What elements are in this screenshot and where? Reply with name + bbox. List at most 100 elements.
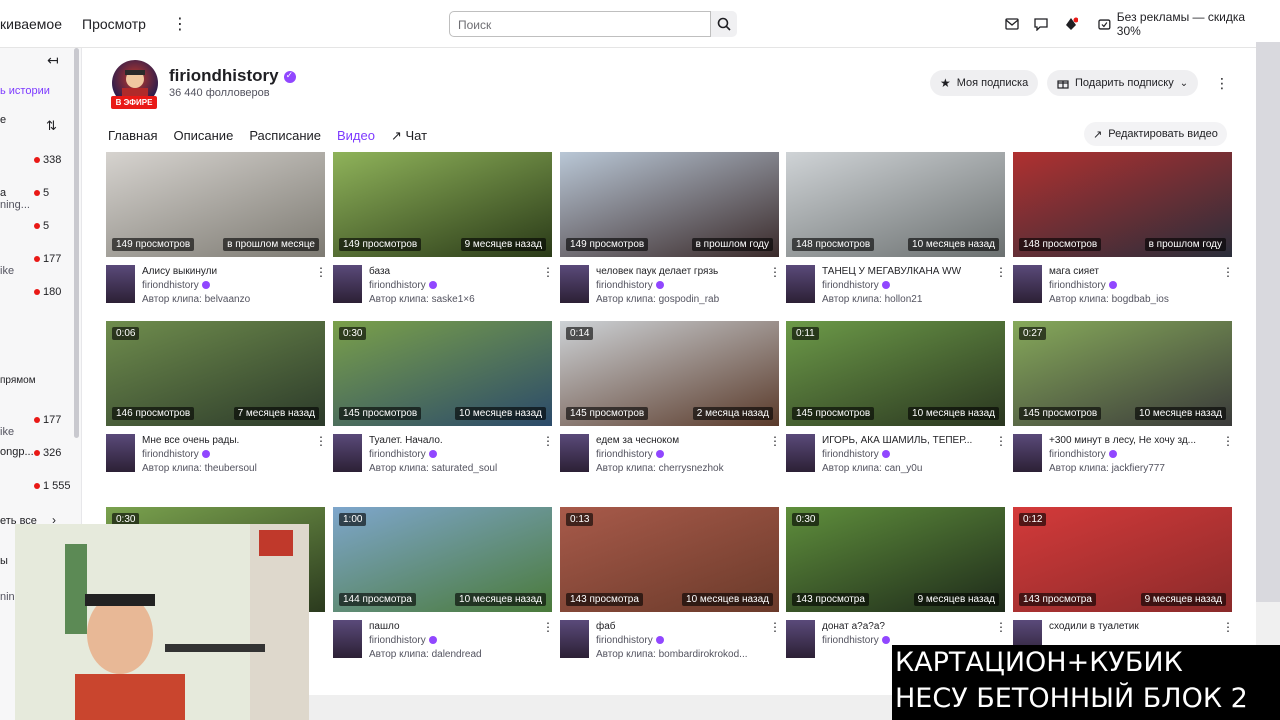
clip-thumbnail[interactable]: 148 просмотров в прошлом году: [1013, 152, 1232, 257]
clip-thumbnail[interactable]: 0:14 145 просмотров 2 месяца назад: [560, 321, 779, 426]
search-button[interactable]: [711, 11, 737, 37]
clip-channel[interactable]: firiondhistory: [142, 449, 210, 460]
whispers-icon[interactable]: [1031, 14, 1051, 34]
clip-author[interactable]: Автор клипа: can_y0u: [822, 463, 922, 474]
clip-channel[interactable]: firiondhistory: [596, 635, 664, 646]
clip-channel[interactable]: firiondhistory: [596, 280, 664, 291]
nav-browse-link[interactable]: Просмотр: [82, 16, 146, 32]
gift-subscription-button[interactable]: Подарить подписку ⌄: [1047, 70, 1199, 96]
clip-author[interactable]: Автор клипа: gospodin_rab: [596, 294, 719, 305]
clip-channel-avatar[interactable]: [560, 265, 589, 303]
clip-channel[interactable]: firiondhistory: [596, 449, 664, 460]
clip-thumbnail[interactable]: 149 просмотров 9 месяцев назад: [333, 152, 552, 257]
clip-channel-avatar[interactable]: [560, 620, 589, 658]
clip-channel-avatar[interactable]: [1013, 265, 1042, 303]
clip-channel-avatar[interactable]: [333, 434, 362, 472]
clip-channel[interactable]: firiondhistory: [822, 280, 890, 291]
clip-more-icon[interactable]: ⋮: [1222, 620, 1234, 634]
clip-more-icon[interactable]: ⋮: [542, 265, 554, 279]
clip-title[interactable]: человек паук делает грязь: [596, 266, 766, 277]
clip-channel-avatar[interactable]: [333, 620, 362, 658]
clip-author[interactable]: Автор клипа: belvaanzo: [142, 294, 250, 305]
channel-more-icon[interactable]: ⋮: [1215, 75, 1229, 91]
clip-channel-avatar[interactable]: [786, 434, 815, 472]
clip-author[interactable]: Автор клипа: jackfiery777: [1049, 463, 1165, 474]
clip-channel[interactable]: firiondhistory: [369, 449, 437, 460]
clip-thumbnail[interactable]: 149 просмотров в прошлом месяце: [106, 152, 325, 257]
clip-title[interactable]: донат а?а?а?: [822, 621, 992, 632]
clip-thumbnail[interactable]: 0:30 145 просмотров 10 месяцев назад: [333, 321, 552, 426]
nav-following-link[interactable]: киваемое: [0, 16, 62, 32]
clip-thumbnail[interactable]: 0:06 146 просмотров 7 месяцев назад: [106, 321, 325, 426]
clip-title[interactable]: ИГОРЬ, АКА ШАМИЛЬ, ТЕПЕР...: [822, 435, 992, 446]
tab-chat[interactable]: ↗ Чат: [391, 128, 427, 144]
clip-title[interactable]: едем за чесноком: [596, 435, 766, 446]
clip-channel-avatar[interactable]: [786, 265, 815, 303]
clip-more-icon[interactable]: ⋮: [1222, 434, 1234, 448]
clip-title[interactable]: +300 минут в лесу, Не хочу зд...: [1049, 435, 1219, 446]
clip-author[interactable]: Автор клипа: saske1×6: [369, 294, 475, 305]
clip-title[interactable]: Туалет. Начало.: [369, 435, 539, 446]
clip-thumbnail[interactable]: 0:12 143 просмотра 9 месяцев назад: [1013, 507, 1232, 612]
search-input[interactable]: Поиск: [449, 11, 711, 37]
clip-title[interactable]: фаб: [596, 621, 766, 632]
clip-channel[interactable]: firiondhistory: [142, 280, 210, 291]
clip-title[interactable]: мага сияет: [1049, 266, 1219, 277]
clip-title[interactable]: сходили в туалетик: [1049, 621, 1219, 632]
clip-channel[interactable]: firiondhistory: [822, 635, 890, 646]
clip-thumbnail[interactable]: 0:27 145 просмотров 10 месяцев назад: [1013, 321, 1232, 426]
clip-channel[interactable]: firiondhistory: [369, 635, 437, 646]
clip-channel-avatar[interactable]: [786, 620, 815, 658]
clip-more-icon[interactable]: ⋮: [769, 620, 781, 634]
notifications-icon[interactable]: [1061, 14, 1081, 34]
clip-channel-avatar[interactable]: [106, 434, 135, 472]
sort-icon[interactable]: ⇅: [46, 118, 57, 134]
clip-more-icon[interactable]: ⋮: [995, 265, 1007, 279]
inbox-icon[interactable]: [1002, 14, 1022, 34]
clip-more-icon[interactable]: ⋮: [769, 434, 781, 448]
clip-more-icon[interactable]: ⋮: [995, 434, 1007, 448]
clip-channel-avatar[interactable]: [1013, 434, 1042, 472]
clip-more-icon[interactable]: ⋮: [542, 620, 554, 634]
clip-author[interactable]: Автор клипа: saturated_soul: [369, 463, 497, 474]
tab-about[interactable]: Описание: [173, 128, 233, 144]
more-menu-icon[interactable]: ⋮: [172, 14, 188, 34]
clip-title[interactable]: Мне все очень рады.: [142, 435, 312, 446]
clip-channel-avatar[interactable]: [560, 434, 589, 472]
clip-author[interactable]: Автор клипа: theubersoul: [142, 463, 257, 474]
page-scrollbar[interactable]: [1256, 42, 1280, 645]
scrollbar-thumb[interactable]: [1256, 42, 1280, 602]
clip-thumbnail[interactable]: 148 просмотров 10 месяцев назад: [786, 152, 1005, 257]
clip-title[interactable]: пашло: [369, 621, 539, 632]
ad-free-button[interactable]: Без рекламы — скидка 30%: [1090, 10, 1280, 38]
clip-thumbnail[interactable]: 0:30 143 просмотра 9 месяцев назад: [786, 507, 1005, 612]
tab-videos[interactable]: Видео: [337, 128, 375, 144]
edit-video-button[interactable]: ↗ Редактировать видео: [1084, 122, 1227, 146]
sidebar-stories-link[interactable]: ь истории: [0, 85, 50, 97]
clip-more-icon[interactable]: ⋮: [995, 620, 1007, 634]
clip-title[interactable]: база: [369, 266, 539, 277]
clip-more-icon[interactable]: ⋮: [769, 265, 781, 279]
clip-thumbnail[interactable]: 149 просмотров в прошлом году: [560, 152, 779, 257]
tab-home[interactable]: Главная: [108, 128, 157, 144]
clip-channel[interactable]: firiondhistory: [369, 280, 437, 291]
clip-title[interactable]: Алису выкинули: [142, 266, 312, 277]
clip-author[interactable]: Автор клипа: bogdbab_ios: [1049, 294, 1169, 305]
channel-name[interactable]: firiondhistory: [169, 66, 296, 86]
clip-channel[interactable]: firiondhistory: [1049, 449, 1117, 460]
clip-more-icon[interactable]: ⋮: [1222, 265, 1234, 279]
clip-author[interactable]: Автор клипа: bombardirokrokod...: [596, 649, 748, 660]
clip-channel-avatar[interactable]: [333, 265, 362, 303]
clip-more-icon[interactable]: ⋮: [315, 265, 327, 279]
clip-author[interactable]: Автор клипа: cherrysnezhok: [596, 463, 724, 474]
clip-thumbnail[interactable]: 0:13 143 просмотра 10 месяцев назад: [560, 507, 779, 612]
tab-schedule[interactable]: Расписание: [249, 128, 321, 144]
clip-more-icon[interactable]: ⋮: [542, 434, 554, 448]
clip-author[interactable]: Автор клипа: dalendread: [369, 649, 482, 660]
clip-channel[interactable]: firiondhistory: [1049, 280, 1117, 291]
clip-title[interactable]: ТАНЕЦ У МЕГАВУЛКАНА WW: [822, 266, 992, 277]
clip-channel[interactable]: firiondhistory: [822, 449, 890, 460]
collapse-sidebar-icon[interactable]: ↤: [47, 52, 59, 69]
clip-channel-avatar[interactable]: [106, 265, 135, 303]
my-subscription-button[interactable]: ★ Моя подписка: [930, 70, 1039, 96]
